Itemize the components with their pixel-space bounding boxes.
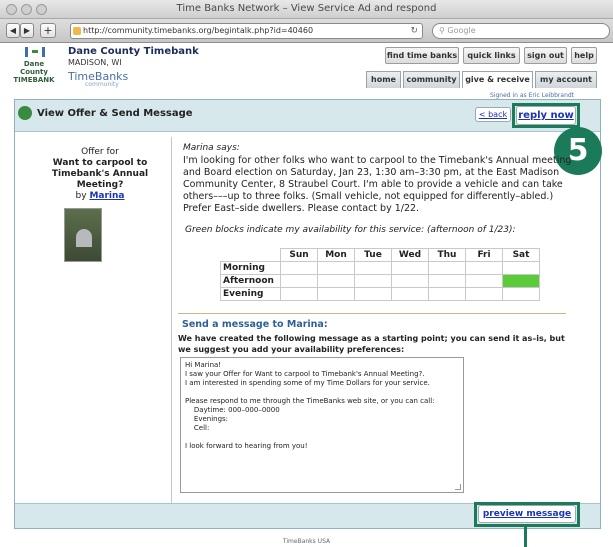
day-header: Sun: [280, 248, 318, 262]
message-line: I am interested in spending some of my T…: [185, 379, 430, 387]
day-header: Tue: [354, 248, 392, 262]
message-line: Evenings:: [185, 415, 229, 423]
day-header: Sat: [502, 248, 540, 262]
address-bar[interactable]: http://community.timebanks.org/begintalk…: [70, 23, 423, 39]
availability-cell: [317, 274, 355, 288]
favicon-icon: [73, 27, 81, 35]
message-heading: Send a message to Marina:: [182, 319, 328, 330]
offer-byline: by Marina: [40, 191, 160, 202]
day-header: Thu: [428, 248, 466, 262]
availability-cell: [465, 287, 503, 301]
tab-give-receive[interactable]: give & receive: [462, 71, 533, 88]
timebank-leaf-icon: [18, 106, 32, 120]
reply-highlight: [512, 103, 580, 128]
availability-table: Sun Mon Tue Wed Thu Fri Sat Morning Afte…: [220, 248, 540, 301]
sign-out-button[interactable]: sign out: [524, 47, 567, 64]
availability-cell: [502, 261, 540, 275]
panel-title: View Offer & Send Message: [37, 108, 193, 119]
message-line: ​: [185, 388, 459, 397]
site-name: Dane County Timebank: [68, 46, 199, 57]
availability-cell: [280, 287, 318, 301]
find-time-banks-button[interactable]: find time banks: [385, 47, 459, 64]
browser-toolbar: ◀ ▶ + http://community.timebanks.org/beg…: [0, 19, 613, 43]
availability-cell: [280, 274, 318, 288]
message-line: I saw your Offer for Want to carpool to …: [185, 370, 425, 378]
message-line: Daytime: 000–000–0000: [185, 406, 280, 414]
period-label: Afternoon: [220, 274, 281, 288]
offer-by: by: [75, 191, 87, 201]
availability-corner: [221, 249, 281, 262]
author-says: Marina says:: [183, 143, 240, 153]
day-header: Mon: [317, 248, 355, 262]
preview-highlight: [474, 502, 580, 527]
period-label: Evening: [220, 287, 281, 301]
offer-title: Want to carpool to Timebank's Annual Mee…: [51, 158, 149, 190]
search-field[interactable]: ⚲ Google: [432, 23, 610, 39]
availability-cell: [502, 287, 540, 301]
availability-row-afternoon: Afternoon: [220, 274, 540, 288]
availability-cell: [502, 274, 540, 288]
site-location: MADISON, WI: [68, 58, 122, 67]
reload-icon[interactable]: ↻: [410, 24, 418, 38]
tab-community[interactable]: community: [403, 71, 460, 88]
title-bar: Time Banks Network – View Service Ad and…: [0, 0, 613, 19]
photo-yurt: [76, 229, 92, 247]
page-footer: TimeBanks USA: [282, 538, 331, 545]
section-divider: [178, 313, 566, 314]
message-line: I look forward to hearing from you!: [185, 442, 308, 450]
availability-row-evening: Evening: [220, 287, 540, 301]
period-label: Morning: [220, 261, 281, 275]
availability-cell: [391, 287, 429, 301]
message-line: Please respond to me through the TimeBan…: [185, 397, 435, 405]
address-text: http://community.timebanks.org/begintalk…: [83, 26, 314, 35]
availability-cell: [317, 261, 355, 275]
logo-text: Dane County TIMEBANK: [13, 60, 55, 84]
availability-cell: [354, 261, 392, 275]
availability-cell: [428, 287, 466, 301]
offer-summary: Offer for Want to carpool to Timebank's …: [40, 147, 160, 202]
column-divider: [171, 137, 172, 503]
availability-cell: [465, 274, 503, 288]
availability-cell: [428, 274, 466, 288]
search-icon: ⚲: [439, 26, 445, 35]
tab-home[interactable]: home: [366, 71, 401, 88]
availability-header-row: Sun Mon Tue Wed Thu Fri Sat: [221, 248, 540, 262]
resize-handle-icon[interactable]: [455, 484, 461, 490]
availability-cell: [317, 287, 355, 301]
help-button[interactable]: help: [571, 47, 597, 64]
day-header: Fri: [465, 248, 503, 262]
availability-cell: [354, 274, 392, 288]
availability-cell: [354, 287, 392, 301]
search-placeholder: Google: [447, 26, 476, 35]
back-button[interactable]: < back: [475, 107, 511, 122]
message-textarea[interactable]: Hi Marina! I saw your Offer for Want to …: [180, 357, 464, 493]
availability-row-morning: Morning: [220, 261, 540, 275]
availability-cell: [465, 261, 503, 275]
back-arrow-icon[interactable]: ◀: [6, 23, 20, 38]
availability-cell: [391, 274, 429, 288]
availability-cell: [280, 261, 318, 275]
quick-links-button[interactable]: quick links: [463, 47, 520, 64]
message-intro: We have created the following message as…: [178, 334, 565, 354]
availability-note: Green blocks indicate my availability fo…: [185, 225, 516, 235]
availability-cell: [391, 261, 429, 275]
message-line: ​: [185, 433, 459, 442]
window-title: Time Banks Network – View Service Ad and…: [176, 3, 437, 14]
day-header: Wed: [391, 248, 429, 262]
offer-description: I'm looking for other folks who want to …: [183, 155, 572, 214]
forward-arrow-icon[interactable]: ▶: [20, 23, 34, 38]
message-line: Hi Marina!: [185, 361, 222, 369]
author-link[interactable]: Marina: [89, 191, 124, 201]
browser-window: Time Banks Network – View Service Ad and…: [0, 0, 613, 547]
author-photo[interactable]: [64, 208, 102, 262]
signed-in-status[interactable]: Signed in as Eric Leibbrandt: [490, 92, 574, 99]
add-bookmark-icon[interactable]: +: [40, 23, 56, 38]
availability-cell: [428, 261, 466, 275]
message-line: Cell:: [185, 424, 210, 432]
tab-my-account[interactable]: my account: [535, 71, 597, 88]
timebank-logo-icon[interactable]: [24, 46, 46, 58]
timebanks-brand-sub: community: [85, 81, 119, 88]
offer-prefix: Offer for: [81, 147, 119, 157]
